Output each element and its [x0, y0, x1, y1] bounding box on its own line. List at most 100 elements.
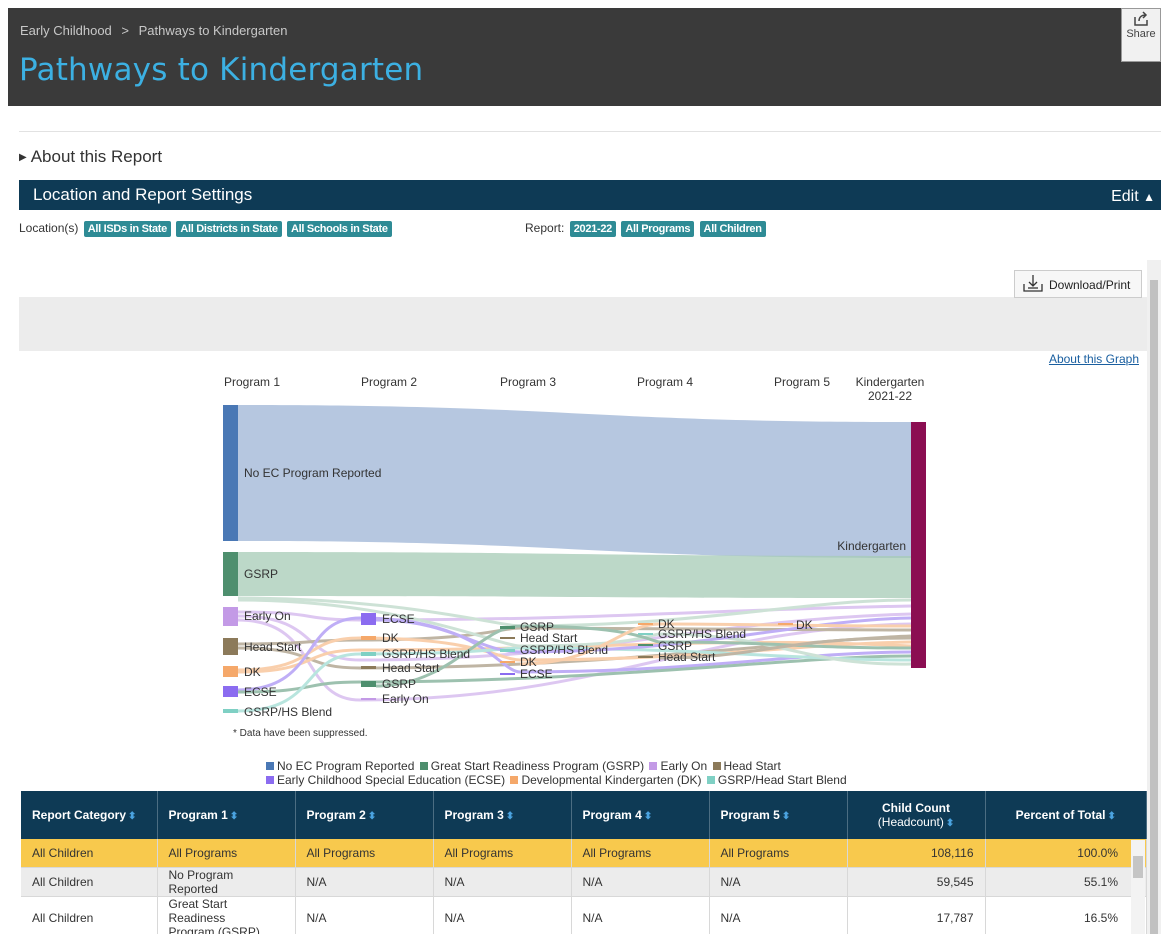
table-cell: All Programs: [433, 839, 572, 868]
caret-up-icon: ▲: [1143, 190, 1155, 204]
share-button[interactable]: Share: [1121, 8, 1161, 62]
sankey-node[interactable]: [223, 607, 238, 626]
col-header-label: Program 1: [168, 808, 228, 822]
download-icon: [1023, 275, 1043, 292]
sankey-node[interactable]: [223, 552, 238, 596]
table-cell: N/A: [709, 896, 848, 934]
sankey-node[interactable]: [223, 405, 238, 541]
table-header-row: Report Category ⬍ Program 1 ⬍ Program 2 ⬍ P…: [21, 791, 1147, 839]
report-filters: Report: 2021-22 All Programs All Childre…: [525, 221, 766, 237]
legend-row: No EC Program Reported Great Start Readi…: [264, 759, 847, 773]
sankey-node[interactable]: [223, 638, 238, 655]
legend-swatch: [510, 776, 519, 784]
sankey-node[interactable]: [638, 633, 653, 635]
sankey-node[interactable]: [638, 623, 653, 625]
node-label: Kindergarten: [837, 539, 906, 553]
suppression-note: * Data have been suppressed.: [233, 728, 368, 739]
sankey-node[interactable]: [638, 656, 653, 658]
graph-toolbar-band: [19, 297, 1147, 351]
col-header-program-4[interactable]: Program 4 ⬍: [571, 791, 710, 839]
col-header-program-5[interactable]: Program 5 ⬍: [709, 791, 848, 839]
sankey-node[interactable]: [223, 709, 238, 713]
legend-label: GSRP/Head Start Blend: [717, 773, 847, 787]
location-pill[interactable]: All Districts in State: [176, 221, 282, 237]
table-cell: All Children: [21, 839, 158, 868]
sankey-node[interactable]: [500, 649, 515, 652]
sankey-node[interactable]: [361, 681, 376, 687]
sankey-node[interactable]: [500, 637, 515, 639]
report-pill[interactable]: All Children: [699, 221, 766, 237]
table-cell: All Programs: [157, 839, 296, 868]
node-label: DK: [796, 618, 813, 632]
sankey-node[interactable]: [223, 686, 238, 697]
legend-label: Developmental Kindergarten (DK): [521, 773, 702, 787]
table-row[interactable]: All Children All Programs All Programs A…: [21, 839, 1147, 868]
location-pill[interactable]: All Schools in State: [287, 221, 392, 237]
sankey-node[interactable]: [500, 673, 515, 675]
location-pill[interactable]: All ISDs in State: [83, 221, 171, 237]
table-cell: N/A: [709, 867, 848, 897]
sort-icon: ⬍: [367, 811, 377, 822]
sankey-node[interactable]: [500, 626, 515, 629]
breadcrumb-current: Pathways to Kindergarten: [138, 23, 288, 38]
table-cell: 100.0%: [985, 839, 1147, 868]
column-header: 2021-22: [868, 389, 912, 403]
legend-swatch: [266, 776, 274, 784]
col-header-program-3[interactable]: Program 3 ⬍: [433, 791, 572, 839]
node-label: GSRP/HS Blend: [382, 647, 470, 661]
table-scrollbar[interactable]: [1131, 840, 1145, 934]
col-header-program-2[interactable]: Program 2 ⬍: [295, 791, 434, 839]
download-label: Download/Print: [1049, 278, 1131, 292]
edit-settings-button[interactable]: Edit ▲: [1111, 188, 1155, 206]
about-report-toggle[interactable]: ▶ About this Report: [19, 147, 162, 167]
col-header-program-1[interactable]: Program 1 ⬍: [157, 791, 296, 839]
table-cell: 16.5%: [985, 896, 1147, 934]
table-cell: 55.1%: [985, 867, 1147, 897]
table-cell-line: Great Start Readiness: [168, 897, 228, 925]
sankey-flow[interactable]: [238, 552, 911, 598]
sankey-node[interactable]: [778, 623, 793, 625]
table-scrollbar-thumb[interactable]: [1133, 856, 1143, 878]
sankey-node[interactable]: [361, 613, 376, 625]
node-label: ECSE: [520, 667, 553, 681]
col-header-label: Report Category: [32, 808, 127, 822]
table-cell: N/A: [571, 896, 710, 934]
col-header-percent[interactable]: Percent of Total ⬍: [985, 791, 1147, 839]
table-row[interactable]: All Children No Program Reported N/A N/A…: [21, 867, 1147, 897]
sankey-node[interactable]: [361, 698, 376, 700]
report-pill[interactable]: All Programs: [621, 221, 695, 237]
sankey-node[interactable]: [911, 422, 926, 668]
table-cell: N/A: [295, 896, 434, 934]
sankey-flow[interactable]: [238, 405, 911, 558]
legend-label: No EC Program Reported: [277, 759, 415, 773]
col-header-child-count[interactable]: Child Count (Headcount) ⬍: [847, 791, 986, 839]
location-filters: Location(s) All ISDs in State All Distri…: [19, 221, 392, 241]
breadcrumb-parent-link[interactable]: Early Childhood: [20, 23, 112, 38]
sankey-node[interactable]: [223, 666, 238, 677]
node-label: Head Start: [382, 661, 440, 675]
node-label: DK: [382, 631, 399, 645]
sort-icon: ⬍: [945, 818, 955, 829]
table-cell: All Programs: [709, 839, 848, 868]
table-row[interactable]: All Children Great Start Readiness Progra…: [21, 896, 1147, 934]
legend-swatch: [266, 762, 274, 770]
column-header: Program 2: [361, 375, 417, 389]
node-label: Head Start: [244, 640, 302, 654]
sankey-node[interactable]: [361, 652, 376, 656]
page-scrollbar-thumb[interactable]: [1150, 280, 1158, 934]
sort-icon: ⬍: [1107, 811, 1116, 822]
col-header-label: Program 5: [720, 808, 780, 822]
col-header-report-category[interactable]: Report Category ⬍: [21, 791, 158, 839]
sankey-node[interactable]: [638, 644, 653, 646]
column-header: Program 1: [224, 375, 280, 389]
node-label: GSRP: [382, 677, 416, 691]
settings-bar: Location and Report Settings Edit ▲: [19, 180, 1161, 210]
report-pill[interactable]: 2021-22: [569, 221, 616, 237]
col-header-label: Program 2: [306, 808, 366, 822]
download-print-button[interactable]: Download/Print: [1014, 270, 1142, 298]
node-label: Early On: [382, 692, 429, 706]
report-label: Report:: [525, 221, 565, 235]
sankey-node[interactable]: [500, 661, 515, 663]
sankey-node[interactable]: [361, 666, 376, 669]
sankey-node[interactable]: [361, 636, 376, 640]
